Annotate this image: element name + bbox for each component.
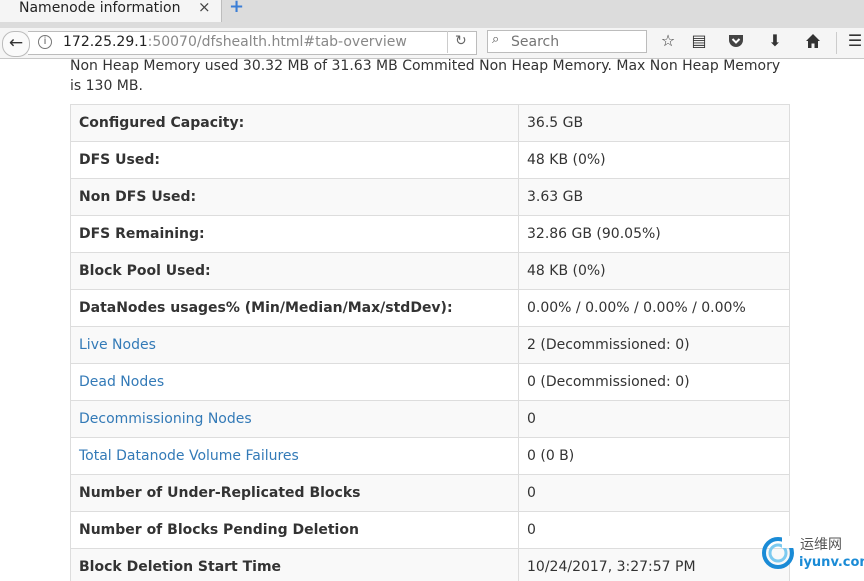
- watermark: 运维网 iyunv.com: [760, 532, 864, 580]
- bookmark-star-icon[interactable]: ☆: [658, 31, 678, 51]
- back-arrow-icon[interactable]: ←: [2, 31, 30, 57]
- tab-title: Namenode information: [19, 0, 181, 16]
- watermark-domain-text: iyunv.com: [799, 555, 864, 570]
- table-row: Dead Nodes 0 (Decommissioned: 0): [70, 363, 790, 401]
- table-row: DFS Remaining: 32.86 GB (90.05%): [70, 215, 790, 253]
- row-value: 48 KB (0%): [518, 141, 790, 179]
- tab-namenode-information[interactable]: Namenode information ×: [0, 0, 222, 22]
- new-tab-icon[interactable]: +: [229, 0, 244, 17]
- pocket-icon[interactable]: [726, 31, 746, 54]
- url-divider: [447, 31, 448, 53]
- row-value: 0: [518, 474, 790, 512]
- home-icon[interactable]: [803, 31, 823, 54]
- table-row: Number of Blocks Pending Deletion 0: [70, 511, 790, 549]
- tab-strip: Namenode information × +: [0, 0, 864, 28]
- watermark-logo-icon: [762, 536, 796, 569]
- row-label: Block Pool Used:: [70, 252, 519, 290]
- row-value: 10/24/2017, 3:27:57 PM: [518, 548, 790, 581]
- reading-list-icon[interactable]: ▤: [689, 31, 709, 51]
- summary-table: Configured Capacity: 36.5 GB DFS Used: 48 …: [70, 104, 790, 581]
- close-tab-icon[interactable]: ×: [198, 0, 211, 16]
- row-label: Configured Capacity:: [70, 104, 519, 142]
- volume-failures-link[interactable]: Total Datanode Volume Failures: [70, 437, 519, 475]
- watermark-chinese-text: 运维网: [800, 537, 842, 553]
- row-value: 48 KB (0%): [518, 252, 790, 290]
- table-row: Live Nodes 2 (Decommissioned: 0): [70, 326, 790, 364]
- table-row: Block Deletion Start Time 10/24/2017, 3:2…: [70, 548, 790, 581]
- row-value: 36.5 GB: [518, 104, 790, 142]
- table-row: Non DFS Used: 3.63 GB: [70, 178, 790, 216]
- menu-icon[interactable]: ☰: [845, 31, 864, 51]
- live-nodes-link[interactable]: Live Nodes: [70, 326, 519, 364]
- row-value: 0: [518, 400, 790, 438]
- row-label: Block Deletion Start Time: [70, 548, 519, 581]
- row-value: 0 (Decommissioned: 0): [518, 363, 790, 401]
- row-value: 3.63 GB: [518, 178, 790, 216]
- url-text[interactable]: 172.25.29.1:50070/dfshealth.html#tab-ove…: [63, 33, 407, 51]
- table-row: Decommissioning Nodes 0: [70, 400, 790, 438]
- row-value: 0 (0 B): [518, 437, 790, 475]
- info-icon[interactable]: i: [38, 35, 52, 49]
- table-row: DFS Used: 48 KB (0%): [70, 141, 790, 179]
- search-icon: ⌕: [492, 32, 500, 47]
- table-row: Number of Under-Replicated Blocks 0: [70, 474, 790, 512]
- page-content: Non Heap Memory used 30.32 MB of 31.63 M…: [0, 58, 864, 581]
- reload-icon[interactable]: ↻: [455, 32, 467, 50]
- dead-nodes-link[interactable]: Dead Nodes: [70, 363, 519, 401]
- decommissioning-nodes-link[interactable]: Decommissioning Nodes: [70, 400, 519, 438]
- row-value: 2 (Decommissioned: 0): [518, 326, 790, 364]
- row-label: DFS Remaining:: [70, 215, 519, 253]
- url-host: 172.25.29.1: [63, 34, 148, 50]
- row-label: Non DFS Used:: [70, 178, 519, 216]
- row-value: 0: [518, 511, 790, 549]
- row-label: DFS Used:: [70, 141, 519, 179]
- row-label: Number of Blocks Pending Deletion: [70, 511, 519, 549]
- row-label: Number of Under-Replicated Blocks: [70, 474, 519, 512]
- toolbar-divider: [836, 32, 837, 54]
- row-value: 0.00% / 0.00% / 0.00% / 0.00%: [518, 289, 790, 327]
- row-value: 32.86 GB (90.05%): [518, 215, 790, 253]
- table-row: Block Pool Used: 48 KB (0%): [70, 252, 790, 290]
- table-row: DataNodes usages% (Min/Median/Max/stdDev…: [70, 289, 790, 327]
- download-icon[interactable]: ⬇: [765, 31, 785, 51]
- table-row: Total Datanode Volume Failures 0 (0 B): [70, 437, 790, 475]
- table-row: Configured Capacity: 36.5 GB: [70, 104, 790, 142]
- search-input[interactable]: [511, 33, 641, 51]
- heap-memory-text: Non Heap Memory used 30.32 MB of 31.63 M…: [70, 58, 781, 94]
- row-label: DataNodes usages% (Min/Median/Max/stdDev…: [70, 289, 519, 327]
- url-path: :50070/dfshealth.html#tab-overview: [147, 34, 407, 50]
